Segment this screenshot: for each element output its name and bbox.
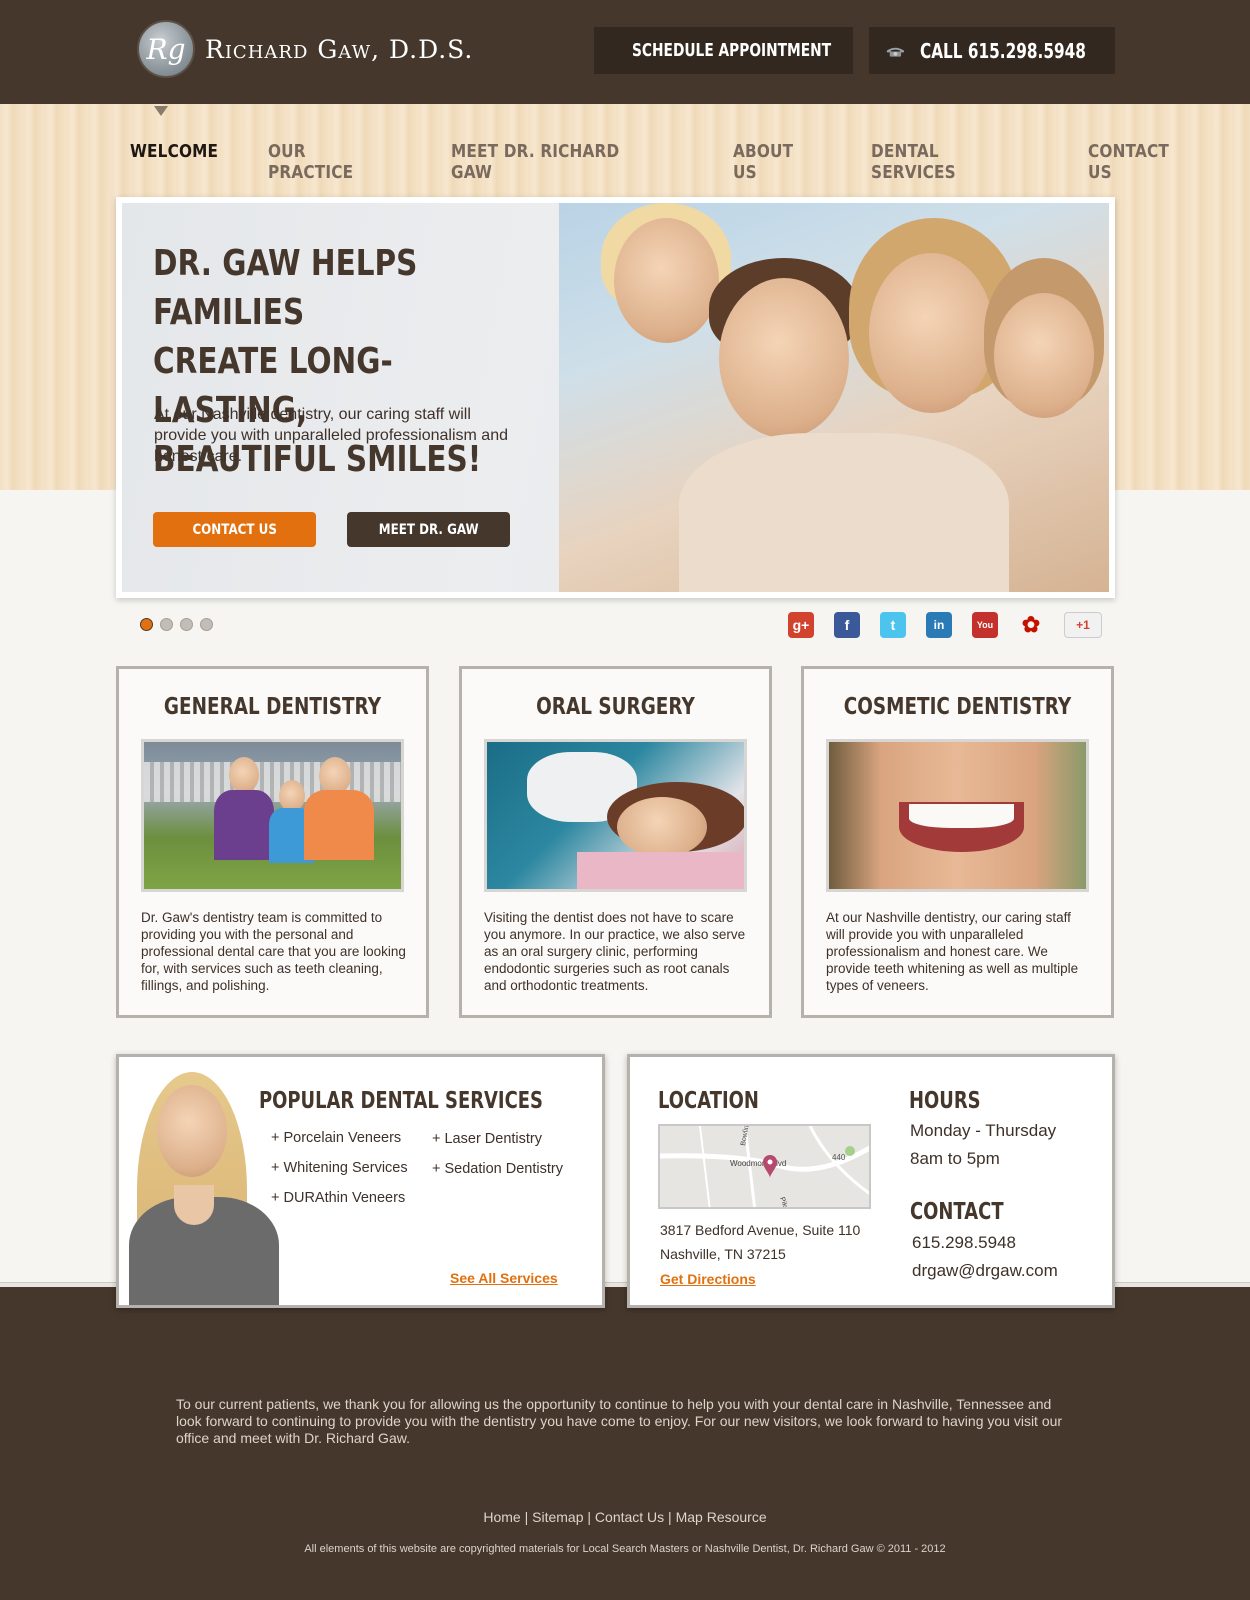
slider-dot-2[interactable] bbox=[160, 618, 173, 631]
card-title: ORAL SURGERY bbox=[536, 694, 695, 720]
footer-text: To our current patients, we thank you fo… bbox=[176, 1396, 1063, 1446]
contact-phone[interactable]: 615.298.5948 bbox=[912, 1229, 1058, 1257]
hours-days: Monday - Thursday bbox=[910, 1121, 1057, 1140]
location-box: LOCATION 440 Woodmont Blvd Bowlin Pike 3… bbox=[627, 1054, 1115, 1308]
yelp-icon[interactable]: ✿ bbox=[1018, 612, 1044, 638]
google-plus-one-icon[interactable]: +1 bbox=[1064, 612, 1102, 638]
nav-contact-us[interactable]: CONTACT US bbox=[1088, 141, 1197, 183]
see-all-services-link[interactable]: See All Services bbox=[450, 1270, 558, 1286]
schedule-appointment-button[interactable]: SCHEDULE APPOINTMENT bbox=[594, 27, 853, 74]
hours-time: 8am to 5pm bbox=[910, 1149, 1000, 1168]
nav-our-practice[interactable]: OUR PRACTICE bbox=[268, 141, 394, 183]
service-item[interactable]: + DURAthin Veneers bbox=[271, 1183, 408, 1213]
services-col-1: + Porcelain Veneers + Whitening Services… bbox=[271, 1123, 408, 1213]
facebook-icon[interactable]: f bbox=[834, 612, 860, 638]
slider-dots bbox=[140, 618, 220, 631]
copyright: All elements of this website are copyrig… bbox=[304, 1543, 946, 1555]
address: 3817 Bedford Avenue, Suite 110 Nashville… bbox=[660, 1218, 860, 1266]
hero-meet-button[interactable]: MEET DR. GAW bbox=[347, 512, 510, 547]
slider-dot-1[interactable] bbox=[140, 618, 153, 631]
card-oral-surgery: ORAL SURGERY Visiting the dentist does n… bbox=[459, 666, 772, 1018]
contact-email[interactable]: drgaw@drgaw.com bbox=[912, 1257, 1058, 1285]
card-title: GENERAL DENTISTRY bbox=[163, 694, 382, 720]
service-item[interactable]: + Sedation Dentistry bbox=[432, 1154, 563, 1184]
dental-exam-photo bbox=[484, 739, 747, 892]
logo-text: Richard Gaw, D.D.S. bbox=[205, 34, 474, 64]
map-graphic: 440 Woodmont Blvd Bowlin Pike bbox=[660, 1126, 869, 1207]
hero-slider: DR. GAW HELPS FAMILIES CREATE LONG-LASTI… bbox=[116, 197, 1115, 598]
footer-link-home[interactable]: Home bbox=[483, 1509, 520, 1525]
nav-meet-dr-gaw[interactable]: MEET DR. RICHARD GAW bbox=[451, 141, 663, 183]
popular-services-box: POPULAR DENTAL SERVICES + Porcelain Vene… bbox=[116, 1054, 605, 1308]
twitter-icon[interactable]: t bbox=[880, 612, 906, 638]
logo-badge: Rg bbox=[137, 20, 195, 78]
service-item[interactable]: + Porcelain Veneers bbox=[271, 1123, 408, 1153]
call-text: CALL 615.298.5948 bbox=[920, 39, 1086, 63]
map-road-number: 440 bbox=[832, 1153, 846, 1162]
call-button[interactable]: CALL 615.298.5948 bbox=[869, 27, 1115, 74]
footer-links: Home | Sitemap | Contact Us | Map Resour… bbox=[483, 1509, 767, 1525]
contact-info: 615.298.5948 drgaw@drgaw.com bbox=[912, 1229, 1058, 1285]
hero-contact-button[interactable]: CONTACT US bbox=[153, 512, 316, 547]
footer-link-sitemap[interactable]: Sitemap bbox=[532, 1509, 583, 1525]
get-directions-link[interactable]: Get Directions bbox=[660, 1271, 756, 1287]
main-nav: WELCOME OUR PRACTICE MEET DR. RICHARD GA… bbox=[130, 141, 1250, 183]
hero-slide: DR. GAW HELPS FAMILIES CREATE LONG-LASTI… bbox=[122, 203, 1109, 592]
logo[interactable]: Rg Richard Gaw, D.D.S. bbox=[137, 20, 473, 78]
location-map[interactable]: 440 Woodmont Blvd Bowlin Pike bbox=[658, 1124, 871, 1209]
card-general-dentistry: GENERAL DENTISTRY Dr. Gaw's dentistry te… bbox=[116, 666, 429, 1018]
family-photo bbox=[559, 203, 1109, 592]
social-links: g+ f t in You ✿ +1 bbox=[788, 612, 1122, 638]
services-col-2: + Laser Dentistry + Sedation Dentistry bbox=[432, 1124, 563, 1184]
footer-link-map-resource[interactable]: Map Resource bbox=[676, 1509, 767, 1525]
services-title: POPULAR DENTAL SERVICES bbox=[259, 1088, 543, 1114]
card-title: COSMETIC DENTISTRY bbox=[843, 694, 1072, 720]
address-line-1: 3817 Bedford Avenue, Suite 110 bbox=[660, 1222, 861, 1238]
phone-icon bbox=[886, 47, 904, 57]
slider-dot-4[interactable] bbox=[200, 618, 213, 631]
map-street-label: Woodmont Blvd bbox=[730, 1159, 786, 1168]
service-item[interactable]: + Whitening Services bbox=[271, 1153, 408, 1183]
woman-photo bbox=[119, 1067, 279, 1305]
nav-about-us[interactable]: ABOUT US bbox=[733, 141, 821, 183]
family-lawn-photo bbox=[141, 739, 404, 892]
card-text: Visiting the dentist does not have to sc… bbox=[484, 910, 746, 993]
address-line-2: Nashville, TN 37215 bbox=[660, 1246, 786, 1262]
nav-welcome[interactable]: WELCOME bbox=[130, 141, 218, 183]
youtube-icon[interactable]: You bbox=[972, 612, 998, 638]
hours-info: Monday - Thursday 8am to 5pm bbox=[910, 1117, 1056, 1173]
call-prefix: CALL bbox=[919, 38, 963, 63]
nav-pointer-icon bbox=[154, 106, 168, 116]
card-text: Dr. Gaw's dentistry team is committed to… bbox=[141, 910, 406, 993]
hero-text: At our Nashville dentistry, our caring s… bbox=[154, 406, 508, 465]
card-cosmetic-dentistry: COSMETIC DENTISTRY At our Nashville dent… bbox=[801, 666, 1114, 1018]
location-title: LOCATION bbox=[658, 1088, 759, 1114]
nav-dental-services[interactable]: DENTAL SERVICES bbox=[871, 141, 1027, 183]
call-number: 615.298.5948 bbox=[967, 38, 1086, 63]
google-plus-icon[interactable]: g+ bbox=[788, 612, 814, 638]
footer-link-contact[interactable]: Contact Us bbox=[595, 1509, 664, 1525]
service-item[interactable]: + Laser Dentistry bbox=[432, 1124, 563, 1154]
contact-title: CONTACT bbox=[910, 1199, 1004, 1225]
schedule-label: SCHEDULE APPOINTMENT bbox=[632, 40, 832, 61]
slider-dot-3[interactable] bbox=[180, 618, 193, 631]
card-text: At our Nashville dentistry, our caring s… bbox=[826, 910, 1079, 993]
linkedin-icon[interactable]: in bbox=[926, 612, 952, 638]
hours-title: HOURS bbox=[909, 1088, 981, 1114]
smile-closeup-photo bbox=[826, 739, 1089, 892]
